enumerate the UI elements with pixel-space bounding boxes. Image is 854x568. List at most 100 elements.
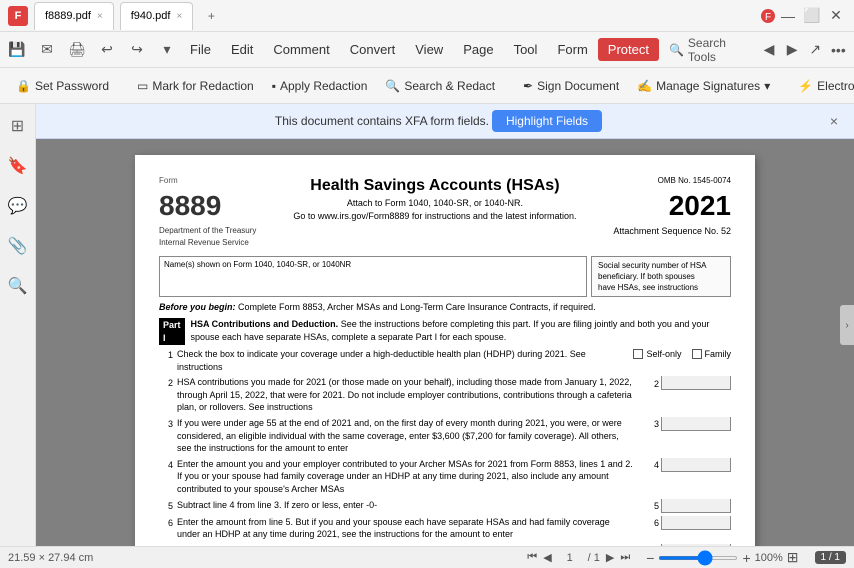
toolbar-nav-print[interactable]: 🖨 <box>64 37 90 63</box>
attachment-seq: Attachment Sequence No. 52 <box>613 225 731 238</box>
close-button[interactable]: ✕ <box>826 6 846 26</box>
chevron-down-icon: ▾ <box>764 79 770 93</box>
menu-comment[interactable]: Comment <box>263 38 339 61</box>
page-current[interactable]: 1 <box>558 552 582 564</box>
new-tab-button[interactable]: + <box>199 4 223 28</box>
menu-edit[interactable]: Edit <box>221 38 263 61</box>
before-begin-label: Before you begin: <box>159 302 236 312</box>
right-panel-toggle[interactable]: › <box>840 305 854 345</box>
form-row-5: 5 Subtract line 4 from line 3. If zero o… <box>159 499 731 513</box>
checkbox-self-box[interactable] <box>633 349 643 359</box>
menu-convert[interactable]: Convert <box>340 38 406 61</box>
nav-more[interactable]: ••• <box>827 37 850 63</box>
row-num-1: 1 <box>159 348 173 362</box>
signatures-icon: ✍ <box>637 79 652 93</box>
name-ssn-row: Name(s) shown on Form 1040, 1040-SR, or … <box>159 256 731 298</box>
checkbox-self[interactable]: Self-only <box>633 348 681 361</box>
ssn-block: Social security number of HSA beneficiar… <box>591 256 731 298</box>
zoom-in-btn[interactable]: + <box>742 550 750 566</box>
toolbar-redo[interactable]: ↪ <box>124 37 150 63</box>
close-highlight-bar-button[interactable]: × <box>830 113 838 129</box>
nav-forward-page[interactable]: ▶ <box>781 37 804 63</box>
sidebar-icon-comments[interactable]: 💬 <box>4 192 32 220</box>
row-field-group-7: 7 <box>639 544 731 546</box>
document-scroll[interactable]: Form 8889 Department of the Treasury Int… <box>36 139 854 546</box>
row-field-4[interactable] <box>661 458 731 472</box>
menu-form[interactable]: Form <box>547 38 597 61</box>
row-field-6[interactable] <box>661 516 731 530</box>
checkbox-family[interactable]: Family <box>692 348 732 361</box>
nav-next-btn[interactable]: ▶ <box>606 551 614 564</box>
sign-document-button[interactable]: ✒ Sign Document <box>515 75 627 97</box>
menubar: 💾 ✉ 🖨 ↩ ↪ ▾ File Edit Comment Convert Vi… <box>0 32 854 68</box>
protect-toolbar: 🔒 Set Password ▭ Mark for Redaction ▪ Ap… <box>0 68 854 104</box>
tab-f8889-close[interactable]: × <box>97 11 103 22</box>
search-tools-button[interactable]: 🔍 Search Tools <box>659 32 757 68</box>
app-icon: F <box>8 6 28 26</box>
nav-prev-btn[interactable]: ◀ <box>543 551 551 564</box>
sidebar-icon-pages[interactable]: ⊞ <box>4 112 32 140</box>
lock-icon: 🔒 <box>16 79 31 93</box>
row-field-7[interactable] <box>661 544 731 546</box>
sidebar-icon-search[interactable]: 🔍 <box>4 272 32 300</box>
toolbar-nav-save[interactable]: 💾 <box>4 37 30 63</box>
checkbox-family-box[interactable] <box>692 349 702 359</box>
checkbox-family-label: Family <box>705 348 732 361</box>
redact-mark-icon: ▭ <box>137 79 148 93</box>
row-num-4: 4 <box>159 458 173 472</box>
row-num-3: 3 <box>159 417 173 431</box>
form-title: Health Savings Accounts (HSAs) <box>264 175 605 197</box>
before-begin-row: Before you begin: Complete Form 8853, Ar… <box>159 301 731 314</box>
nav-last-btn[interactable]: ⏭ <box>620 551 630 564</box>
ssn-label: Social security number of HSA <box>598 260 724 271</box>
row-field-2[interactable] <box>661 376 731 390</box>
menu-protect[interactable]: Protect <box>598 38 659 61</box>
attach-to: Attach to Form 1040, 1040-SR, or 1040-NR… <box>264 197 605 210</box>
form-year: 2021 <box>613 186 731 225</box>
part-i-header: Part I HSA Contributions and Deduction. … <box>159 318 731 345</box>
tab-f940-close[interactable]: × <box>176 11 182 22</box>
mark-redaction-button[interactable]: ▭ Mark for Redaction <box>129 75 262 97</box>
toolbar-dropdown-arrow[interactable]: ▾ <box>154 37 180 63</box>
go-to: Go to www.irs.gov/Form8889 for instructi… <box>264 210 605 223</box>
main-area: ⊞ 🔖 💬 📎 🔍 This document contains XFA for… <box>0 104 854 546</box>
menu-view[interactable]: View <box>405 38 453 61</box>
set-password-button[interactable]: 🔒 Set Password <box>8 75 117 97</box>
checkboxes-row1: Self-only Family <box>633 348 731 361</box>
zoom-slider[interactable] <box>658 556 738 560</box>
nav-back-btn[interactable]: F <box>758 6 778 26</box>
highlight-bar: This document contains XFA form fields. … <box>36 104 854 139</box>
tab-f940[interactable]: f940.pdf × <box>120 2 194 30</box>
highlight-fields-button[interactable]: Highlight Fields <box>492 110 602 132</box>
mark-redaction-label: Mark for Redaction <box>152 79 253 93</box>
nav-back-page[interactable]: ◀ <box>757 37 780 63</box>
restore-button[interactable]: ⬜ <box>802 6 822 26</box>
apply-redaction-button[interactable]: ▪ Apply Redaction <box>264 75 376 97</box>
row-field-label-3: 3 <box>639 417 659 431</box>
row-text-1: Check the box to indicate your coverage … <box>177 348 629 373</box>
zoom-out-btn[interactable]: − <box>646 550 654 566</box>
fit-btn[interactable]: ⊞ <box>787 549 799 566</box>
electro-button[interactable]: ⚡ Electro... <box>790 75 854 97</box>
statusbar-right: ⏮ ◀ 1 / 1 ▶ ⏭ <box>527 551 630 564</box>
sidebar-icon-attachments[interactable]: 📎 <box>4 232 32 260</box>
tab-f8889[interactable]: f8889.pdf × <box>34 2 114 30</box>
sidebar-icon-bookmarks[interactable]: 🔖 <box>4 152 32 180</box>
search-redact-button[interactable]: 🔍 Search & Redact <box>377 75 503 97</box>
row-text-3: If you were under age 55 at the end of 2… <box>177 417 635 455</box>
row-field-group-2: 2 <box>639 376 731 390</box>
row-num-2: 2 <box>159 376 173 390</box>
toolbar-undo[interactable]: ↩ <box>94 37 120 63</box>
row-field-group-3: 3 <box>639 417 731 431</box>
minimize-button[interactable]: — <box>778 6 798 26</box>
nav-external[interactable]: ↗ <box>804 37 827 63</box>
row-field-5[interactable] <box>661 499 731 513</box>
menu-page[interactable]: Page <box>453 38 503 61</box>
manage-signatures-button[interactable]: ✍ Manage Signatures ▾ <box>629 75 778 97</box>
toolbar-nav-email[interactable]: ✉ <box>34 37 60 63</box>
nav-first-btn[interactable]: ⏮ <box>527 551 537 564</box>
row-field-3[interactable] <box>661 417 731 431</box>
menu-tool[interactable]: Tool <box>504 38 548 61</box>
sign-icon: ✒ <box>523 79 533 93</box>
menu-home[interactable]: File <box>180 38 221 61</box>
